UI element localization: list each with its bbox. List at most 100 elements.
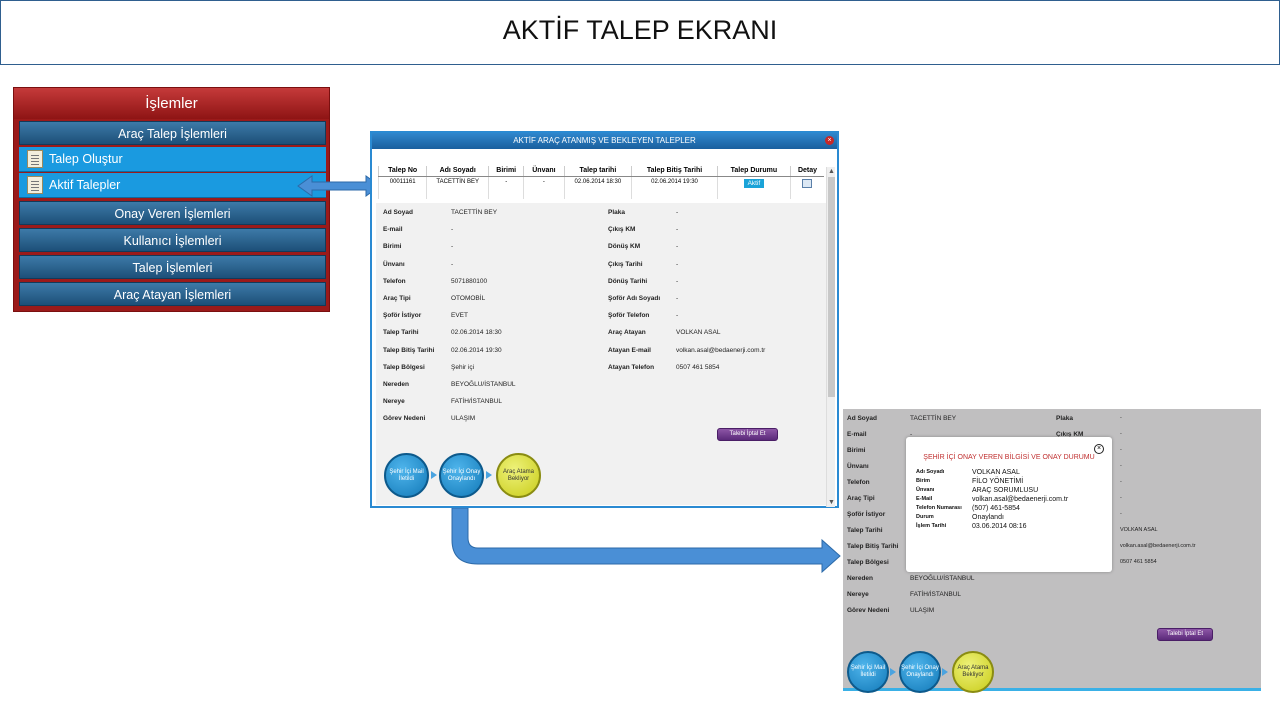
col-birimi[interactable]: Birimi [488, 166, 524, 177]
field-label: Nereden [847, 575, 874, 582]
field-label: Ad Soyad [847, 415, 877, 422]
field-value: - [1120, 415, 1122, 421]
field-value: FATİH/İSTANBUL [910, 591, 962, 598]
field-value: VOLKAN ASAL [1120, 527, 1158, 533]
detail-icon[interactable] [802, 178, 813, 188]
field-label: Ünvanı [383, 260, 405, 268]
col-adi-soyadi[interactable]: Adı Soyadı [426, 166, 489, 177]
step-arrow-icon [486, 471, 492, 479]
requests-table: Talep No Adı Soyadı Birimi Ünvanı Talep … [377, 166, 824, 199]
step-mail-sent: Şehir İçi Mail İletildi [384, 453, 429, 498]
field-label: Talep Bitiş Tarihi [383, 346, 435, 354]
field-label: Atayan Telefon [608, 363, 655, 371]
cell-name: TACETTİN BEY [426, 176, 489, 199]
bent-arrow-icon [451, 507, 841, 574]
window-body: Talep No Adı Soyadı Birimi Ünvanı Talep … [374, 151, 826, 506]
field-value: 0507 461 5854 [676, 363, 720, 371]
field-value: TACETTİN BEY [451, 209, 498, 216]
col-talep-no[interactable]: Talep No [377, 166, 427, 177]
field-label: Telefon Numarası [916, 505, 962, 511]
field-value: - [451, 243, 454, 251]
field-value: - [1120, 447, 1122, 453]
approver-info-modal: × ŞEHİR İÇİ ONAY VEREN BİLGİSİ VE ONAY D… [906, 437, 1112, 572]
col-talep-bitis[interactable]: Talep Bitiş Tarihi [631, 166, 718, 177]
cancel-request-button-2[interactable]: Talebi İptal Et [1157, 628, 1213, 641]
field-value: - [1120, 495, 1122, 501]
field-value: Onaylandı [972, 514, 1004, 521]
field-label: Durum [916, 514, 934, 520]
field-label: Şoför Adı Soyadı [608, 295, 661, 302]
field-label: Adı Soyadı [916, 469, 945, 475]
field-label: Telefon [383, 277, 406, 285]
modal-title: ŞEHİR İÇİ ONAY VEREN BİLGİSİ VE ONAY DUR… [923, 454, 1095, 461]
field-label: Talep Bitiş Tarihi [847, 543, 899, 550]
field-value: - [676, 226, 679, 234]
field-value: ULAŞIM [451, 415, 476, 423]
field-label: E-mail [847, 431, 867, 438]
field-value: - [451, 226, 454, 234]
field-value: EVET [451, 312, 468, 320]
col-unvani[interactable]: Ünvanı [523, 166, 565, 177]
field-label: Şoför İstiyor [383, 312, 422, 320]
step-arrow-icon [942, 668, 948, 676]
col-talep-durumu[interactable]: Talep Durumu [716, 166, 791, 177]
cell-durum: Aktif [716, 176, 791, 199]
field-label: Araç Tipi [383, 295, 411, 302]
col-detay[interactable]: Detay [789, 166, 824, 177]
field-label: E-mail [383, 226, 403, 234]
cell-detay [789, 176, 824, 199]
field-value: OTOMOBİL [451, 295, 486, 302]
status-badge[interactable]: Aktif [743, 178, 765, 188]
detail-panel: Ad Soyad TACETTİN BEY E-mail - Birimi - Ünvanı… [376, 203, 826, 505]
field-value: - [1120, 479, 1122, 485]
field-label: İşlem Tarihi [916, 523, 947, 529]
field-label: Talep Tarihi [383, 329, 419, 337]
col-talep-tarihi[interactable]: Talep tarihi [563, 166, 632, 177]
step-waiting-assignment-2: Araç Atama Bekliyor [952, 651, 994, 693]
field-value: 02.06.2014 19:30 [451, 346, 502, 354]
field-value: - [451, 260, 454, 268]
field-value: ULAŞIM [910, 607, 935, 614]
field-value: volkan.asal@bedaenerji.com.tr [1120, 543, 1196, 549]
field-value: ARAÇ SORUMLUSU [972, 487, 1039, 494]
field-value: - [1120, 431, 1122, 437]
field-value: - [1120, 511, 1122, 517]
step-approved-2: Şehir İçi Onay Onaylandı [899, 651, 941, 693]
field-label: Plaka [608, 209, 625, 216]
step-approved: Şehir İçi Onay Onaylandı [439, 453, 484, 498]
field-value: 03.06.2014 08:16 [972, 523, 1027, 530]
window-title: AKTİF ARAÇ ATANMIŞ VE BEKLEYEN TALEPLER [372, 133, 837, 149]
close-icon[interactable]: × [1094, 444, 1104, 454]
field-value: - [676, 260, 679, 268]
field-label: Telefon [847, 479, 870, 486]
field-value: BEYOĞLU/İSTANBUL [910, 575, 975, 582]
scroll-up-icon[interactable]: ▲ [827, 167, 836, 176]
field-label: Plaka [1056, 415, 1073, 422]
field-label: Birimi [847, 447, 866, 454]
field-label: Görev Nedeni [383, 415, 426, 423]
step-mail-sent-2: Şehir İçi Mail İletildi [847, 651, 889, 693]
field-label: E-Mail [916, 496, 933, 502]
field-value: BEYOĞLU/İSTANBUL [451, 381, 516, 388]
field-label: Şoför İstiyor [847, 511, 886, 518]
field-label: Dönüş Tarihi [608, 277, 648, 285]
scroll-down-icon[interactable]: ▼ [827, 498, 836, 507]
field-label: Şoför Telefon [608, 312, 650, 320]
field-value: volkan.asal@bedaenerji.com.tr [676, 346, 766, 354]
scroll-thumb[interactable] [828, 177, 835, 397]
field-value: volkan.asal@bedaenerji.com.tr [972, 496, 1069, 503]
field-label: Ad Soyad [383, 209, 413, 216]
field-value: 5071880100 [451, 277, 488, 285]
field-value: FATİH/İSTANBUL [451, 398, 503, 406]
field-value: VOLKAN ASAL [676, 329, 721, 337]
table-row[interactable]: 00011161 TACETTİN BEY - - 02.06.2014 18:… [377, 176, 824, 199]
field-label: Çıkış Tarihi [608, 260, 643, 268]
scrollbar[interactable]: ▲ ▼ [826, 167, 835, 507]
slide: AKTİF TALEP EKRANI İşlemler Araç Talep İ… [0, 0, 1280, 720]
cancel-request-button[interactable]: Talebi İptal Et [717, 428, 778, 441]
field-value: - [676, 312, 679, 320]
field-value: 0507 461 5854 [1120, 559, 1157, 565]
close-icon[interactable]: × [825, 136, 834, 145]
cell-talep-no: 00011161 [377, 176, 427, 199]
cell-bitis: 02.06.2014 19:30 [631, 176, 718, 199]
